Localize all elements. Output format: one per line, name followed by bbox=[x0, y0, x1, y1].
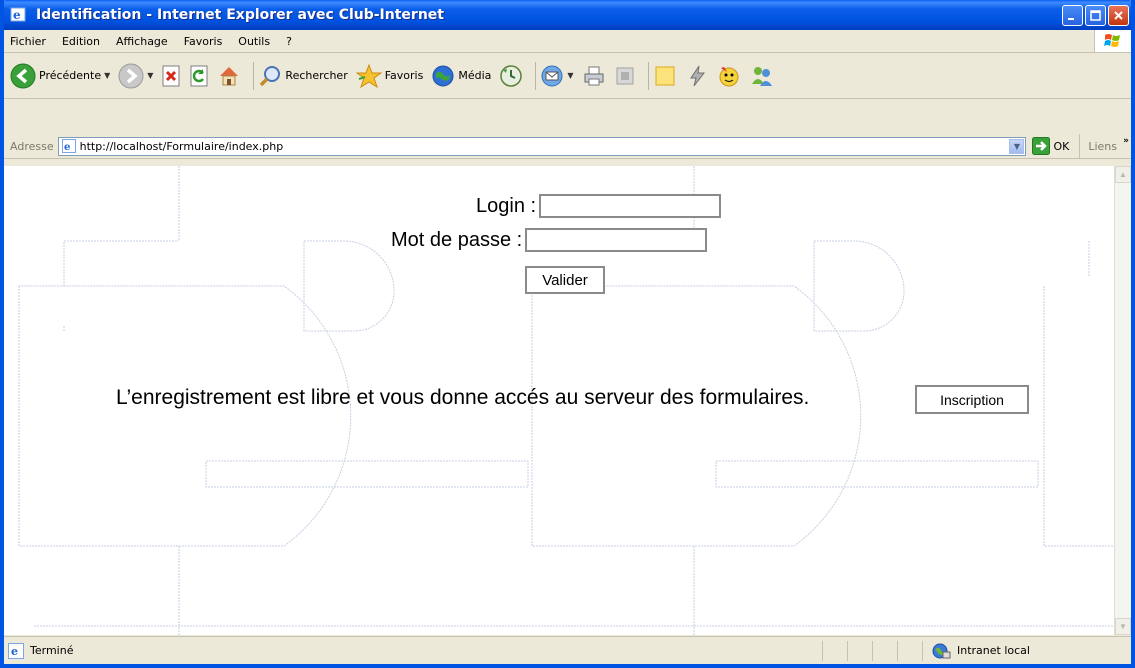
menu-affichage[interactable]: Affichage bbox=[110, 35, 178, 48]
home-icon bbox=[217, 64, 241, 88]
page-done-icon: e bbox=[8, 642, 24, 659]
printer-icon bbox=[582, 64, 606, 88]
menu-favoris[interactable]: Favoris bbox=[178, 35, 233, 48]
back-label: Précédente bbox=[39, 69, 102, 82]
favorites-label: Favoris bbox=[384, 69, 424, 82]
stop-button[interactable] bbox=[161, 65, 181, 87]
address-label: Adresse bbox=[10, 139, 54, 153]
status-panel bbox=[872, 640, 897, 661]
standard-toolbar: Précédente ▼ ▼ Rechercher Favoris Média … bbox=[4, 53, 1131, 99]
password-input[interactable] bbox=[525, 228, 708, 252]
toolbar-separator bbox=[535, 61, 537, 90]
registration-info-text: L’enregistrement est libre et vous donne… bbox=[116, 386, 810, 409]
search-icon bbox=[258, 64, 282, 88]
status-panel bbox=[897, 640, 922, 661]
smiley-button[interactable] bbox=[717, 64, 741, 88]
status-panel bbox=[847, 640, 872, 661]
mail-button[interactable]: ▼ bbox=[540, 64, 574, 88]
ie-logo-icon: e bbox=[10, 6, 28, 24]
edit-page-icon bbox=[614, 65, 636, 87]
browser-window: e Identification - Internet Explorer ave… bbox=[0, 0, 1135, 668]
history-button[interactable] bbox=[499, 64, 523, 88]
svg-text:e: e bbox=[64, 142, 70, 153]
login-row: Login : bbox=[476, 194, 722, 218]
notes-button[interactable] bbox=[653, 64, 677, 88]
lightning-icon bbox=[685, 64, 709, 88]
scroll-up-icon[interactable]: ▲ bbox=[1115, 166, 1131, 183]
favorites-button[interactable]: Favoris bbox=[355, 63, 424, 89]
search-label: Rechercher bbox=[285, 69, 348, 82]
page-content: Login : Mot de passe : Valider L’enregis… bbox=[4, 166, 1114, 635]
menu-edition[interactable]: Edition bbox=[56, 35, 110, 48]
status-text: Terminé bbox=[30, 644, 74, 657]
print-button[interactable] bbox=[582, 64, 606, 88]
home-button[interactable] bbox=[217, 64, 241, 88]
title-bar[interactable]: e Identification - Internet Explorer ave… bbox=[4, 0, 1131, 30]
close-icon bbox=[1114, 10, 1123, 20]
maximize-button[interactable] bbox=[1085, 4, 1106, 26]
password-label: Mot de passe : bbox=[391, 228, 523, 251]
address-input[interactable]: e http://localhost/Formulaire/index.php … bbox=[57, 136, 1027, 156]
maximize-icon bbox=[1090, 9, 1101, 21]
forward-button[interactable]: ▼ bbox=[118, 63, 153, 89]
links-label: Liens bbox=[1088, 139, 1117, 153]
media-globe-icon bbox=[431, 64, 455, 88]
password-row: Mot de passe : bbox=[391, 228, 708, 252]
back-button[interactable]: Précédente ▼ bbox=[10, 63, 110, 89]
smiley-icon bbox=[717, 64, 741, 88]
go-label: OK bbox=[1053, 139, 1070, 153]
chevron-right-icon[interactable]: » bbox=[1123, 136, 1129, 146]
window-title: Identification - Internet Explorer avec … bbox=[36, 7, 444, 23]
svg-text:e: e bbox=[11, 645, 18, 658]
back-arrow-icon bbox=[10, 63, 36, 89]
menu-bar: Fichier Edition Affichage Favoris Outils… bbox=[4, 30, 1131, 53]
messenger-button[interactable] bbox=[685, 64, 709, 88]
vertical-scrollbar[interactable]: ▲ ▼ bbox=[1114, 166, 1131, 635]
favorites-star-icon bbox=[355, 63, 382, 89]
edit-button[interactable] bbox=[614, 65, 636, 87]
intranet-globe-icon bbox=[931, 642, 951, 660]
refresh-icon bbox=[189, 65, 209, 87]
contacts-button[interactable] bbox=[749, 64, 775, 88]
go-arrow-icon bbox=[1032, 137, 1051, 155]
refresh-button[interactable] bbox=[189, 65, 209, 87]
zone-label: Intranet local bbox=[957, 644, 1030, 657]
mail-icon bbox=[540, 64, 564, 88]
address-bar: Adresse e http://localhost/Formulaire/in… bbox=[4, 134, 1131, 159]
minimize-button[interactable] bbox=[1062, 4, 1083, 26]
register-button[interactable]: Inscription bbox=[915, 385, 1029, 414]
go-button[interactable]: OK bbox=[1026, 137, 1079, 155]
scroll-down-icon[interactable]: ▼ bbox=[1115, 618, 1131, 635]
toolbar-separator bbox=[253, 61, 255, 90]
svg-text:e: e bbox=[13, 8, 21, 22]
login-input[interactable] bbox=[539, 194, 722, 218]
history-clock-icon bbox=[499, 64, 523, 88]
back-dropdown-icon[interactable]: ▼ bbox=[104, 71, 110, 80]
windows-logo-icon bbox=[1094, 30, 1131, 52]
forward-arrow-icon bbox=[118, 63, 144, 89]
menu-outils[interactable]: Outils bbox=[232, 35, 280, 48]
address-url: http://localhost/Formulaire/index.php bbox=[79, 139, 284, 153]
menu-fichier[interactable]: Fichier bbox=[4, 35, 56, 48]
forward-dropdown-icon[interactable]: ▼ bbox=[147, 71, 153, 80]
contacts-people-icon bbox=[749, 64, 775, 88]
page-ie-icon: e bbox=[61, 139, 76, 153]
address-dropdown-icon[interactable]: ▼ bbox=[1009, 138, 1025, 154]
status-bar: e Terminé Intranet local bbox=[4, 636, 1131, 664]
mail-dropdown-icon[interactable]: ▼ bbox=[567, 71, 573, 80]
menu-help[interactable]: ? bbox=[280, 35, 302, 48]
media-button[interactable]: Média bbox=[431, 64, 491, 88]
sticky-note-icon bbox=[653, 64, 677, 88]
status-panel bbox=[822, 640, 847, 661]
login-label: Login : bbox=[476, 194, 537, 217]
toolbar-separator bbox=[647, 61, 649, 90]
minimize-icon bbox=[1068, 17, 1074, 20]
security-zone[interactable]: Intranet local bbox=[922, 640, 1131, 661]
links-toolbar[interactable]: Liens » bbox=[1079, 134, 1131, 158]
search-button[interactable]: Rechercher bbox=[258, 64, 348, 88]
stop-icon bbox=[161, 65, 181, 87]
close-button[interactable] bbox=[1108, 4, 1129, 26]
media-label: Média bbox=[458, 69, 492, 82]
submit-button[interactable]: Valider bbox=[525, 266, 605, 294]
